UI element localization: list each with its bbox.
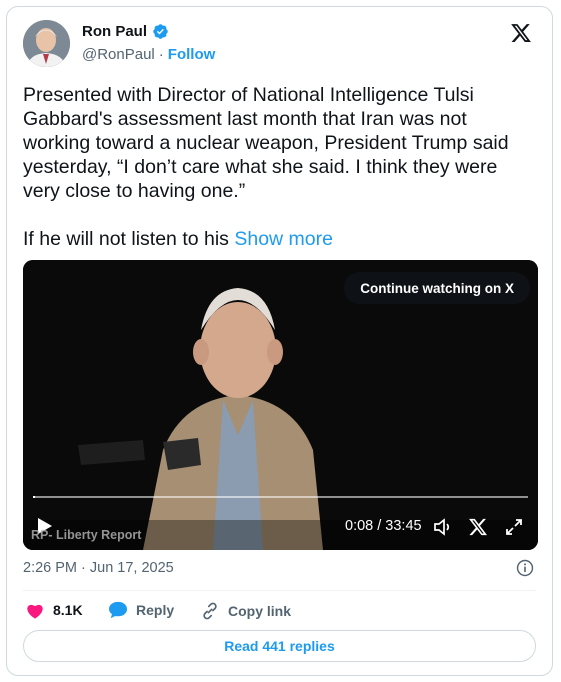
copy-link-button[interactable]: Copy link [200,601,291,621]
continue-watching-button[interactable]: Continue watching on X [344,272,530,304]
x-small-icon[interactable] [468,517,488,537]
info-icon[interactable] [516,559,534,577]
like-button[interactable]: 8.1K [25,601,83,619]
copy-link-label: Copy link [228,603,292,619]
reply-label: Reply [136,602,175,618]
author-name-row: Ron Paul [82,23,169,40]
follow-button[interactable]: Follow [168,46,216,63]
verified-badge-icon [153,24,168,39]
tweet-timestamp[interactable]: 2:26 PM · Jun 17, 2025 [23,560,174,576]
volume-icon[interactable] [433,517,453,537]
like-count: 8.1K [53,602,83,618]
reply-bubble-icon [109,601,127,619]
show-more-link[interactable]: Show more [234,228,333,250]
divider [23,590,536,591]
tweet-text: Presented with Director of National Inte… [23,83,538,251]
author-handle-row: @RonPaul · Follow [82,46,215,63]
read-replies-button[interactable]: Read 441 replies [23,630,536,662]
separator-dot: · [158,46,164,63]
fullscreen-icon[interactable] [504,517,524,537]
video-progress-fill [33,496,35,498]
tweet-card: Ron Paul @RonPaul · Follow Presented wit… [6,6,553,676]
video-time: 0:08 / 33:45 [345,518,422,534]
video-watermark: RP- Liberty Report [31,528,142,542]
author-handle[interactable]: @RonPaul [82,46,155,63]
link-icon [203,602,217,620]
author-name[interactable]: Ron Paul [82,23,147,40]
video-player[interactable]: Continue watching on X RP- Liberty Repor… [23,260,538,550]
video-progress-bar[interactable] [33,496,528,498]
reply-button[interactable]: Reply [108,601,174,619]
heart-icon [27,604,43,619]
tweet-body: Presented with Director of National Inte… [23,84,509,250]
avatar-image [23,20,70,67]
x-logo-icon[interactable] [510,22,532,44]
avatar[interactable] [23,20,70,67]
